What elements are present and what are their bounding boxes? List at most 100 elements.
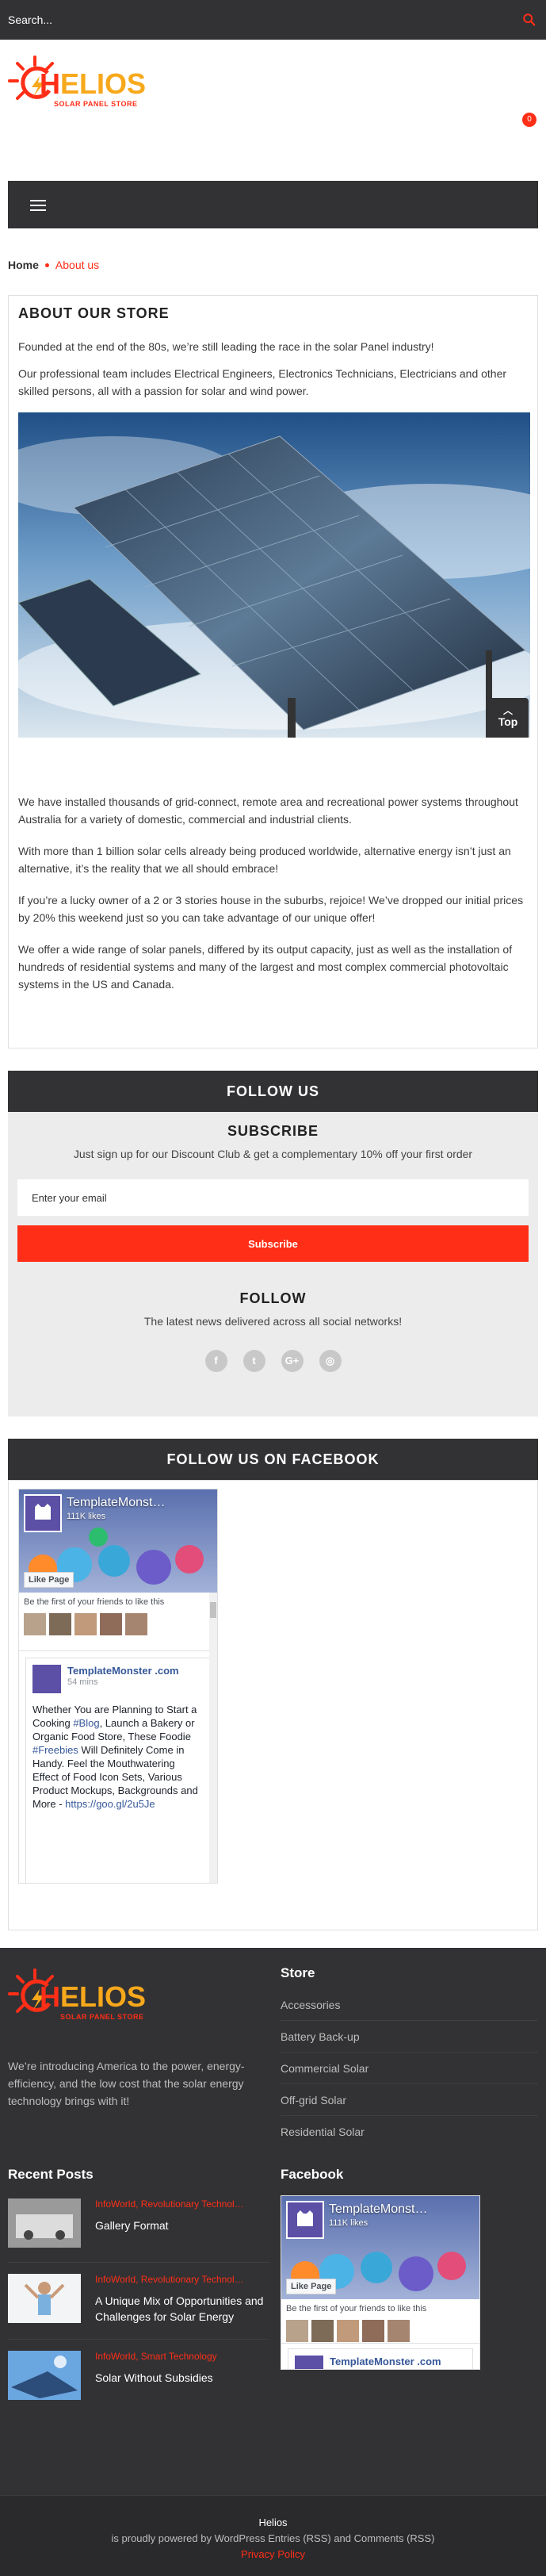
svg-text:ELIOS: ELIOS [60,1980,146,2013]
like-page-button[interactable]: Like Page [286,2279,337,2294]
post-link[interactable]: https://goo.gl/2u5Je [65,1798,155,1810]
google-plus-icon[interactable]: G+ [281,1350,304,1372]
facebook-icon[interactable]: f [204,1350,227,1372]
store-link-residential-solar[interactable]: Residential Solar [281,2116,538,2148]
copyright-bar: Helios is proudly powered by WordPress E… [0,2495,546,2576]
friends-text: Be the first of your friends to like thi… [286,2304,427,2313]
list-item[interactable]: InfoWorld, Revolutionary Technol… Galler… [8,2187,269,2263]
search-icon[interactable] [522,13,536,27]
hashtag-link[interactable]: #Blog [73,1717,99,1729]
follow-text: The latest news delivered across all soc… [143,1315,403,1328]
footer-store-menu: Store Accessories Battery Back-up Commer… [281,1965,538,2148]
subscribe-button[interactable]: Subscribe [17,1225,529,1262]
post-title[interactable]: A Unique Mix of Opportunities and Challe… [95,2293,269,2325]
hashtag-link[interactable]: #Freebies [32,1744,78,1756]
about-paragraph-1: Founded at the end of the 80s, we’re sti… [18,340,434,353]
search-input[interactable]: Search... [8,13,52,26]
page-title: ABOUT OUR STORE [18,305,170,321]
footer-logo[interactable]: H ELIOS SOLAR PANEL STORE [8,1967,174,2046]
avatar [337,2320,359,2342]
avatar [125,1613,147,1635]
post-author-avatar [32,1665,61,1693]
instagram-icon[interactable]: ◎ [319,1350,342,1372]
store-heading: Store [281,1965,315,1980]
facebook-friends: Be the first of your friends to like thi… [19,1593,217,1651]
post-category[interactable]: InfoWorld, Smart Technology [95,2351,269,2362]
facebook-scrollbar[interactable] [209,1593,217,1883]
recent-posts: Recent Posts InfoWorld, Revolutionary Te… [8,2167,269,2414]
facebook-cover: TemplateMonst… 111K likes Like Page [281,2196,479,2299]
privacy-policy-link[interactable]: Privacy Policy [0,2547,546,2563]
svg-text:SOLAR PANEL STORE: SOLAR PANEL STORE [60,2013,144,2021]
avatar [362,2320,384,2342]
social-links: f t G+ ◎ [17,1350,529,1372]
post-thumbnail [8,2274,81,2323]
store-link-off-grid-solar[interactable]: Off-grid Solar [281,2084,538,2116]
footer-description: We’re introducing America to the power, … [8,2060,245,2107]
post-title[interactable]: Gallery Format [95,2218,269,2233]
post-author[interactable]: TemplateMonster .com [67,1665,179,1677]
post-text: Whether You are Planning to Start a Cook… [32,1704,198,1810]
facebook-post-card: TemplateMonster .com 54 mins Whether You… [25,1658,211,1883]
post-category[interactable]: InfoWorld, Revolutionary Technol… [95,2198,269,2210]
facebook-widget-container: TemplateMonst… 111K likes Like Page Be t… [8,1480,538,1930]
site-name[interactable]: Helios [0,2515,546,2531]
avatar [286,2320,308,2342]
facebook-page-avatar [286,2201,324,2239]
cart-icon[interactable]: 0 [522,113,536,127]
powered-by-text: is proudly powered by WordPress Entries … [111,2532,435,2544]
subscribe-heading: SUBSCRIBE [227,1123,319,1139]
twitter-icon[interactable]: t [242,1350,265,1372]
facebook-page-name[interactable]: TemplateMonst… [67,1496,166,1510]
post-author-avatar [295,2356,323,2369]
list-item[interactable]: InfoWorld, Revolutionary Technol… A Uniq… [8,2263,269,2340]
recent-posts-heading: Recent Posts [8,2167,94,2182]
facebook-friends: Be the first of your friends to like thi… [281,2299,479,2344]
about-paragraph-2: Our professional team includes Electrica… [18,367,507,397]
friends-text: Be the first of your friends to like thi… [24,1597,165,1607]
facebook-page-name[interactable]: TemplateMonst… [329,2202,428,2217]
post-time: 54 mins [67,1677,98,1687]
friend-avatars [286,2320,475,2342]
main-navigation [8,181,538,228]
chevron-up-icon: ︿ [502,705,513,716]
list-item[interactable]: InfoWorld, Smart Technology Solar Withou… [8,2340,269,2414]
top-search-bar: Search... [0,0,546,40]
facebook-cover: TemplateMonst… 111K likes Like Page [19,1489,217,1593]
facebook-post-card: TemplateMonster .com [288,2348,473,2369]
avatar [74,1613,97,1635]
footer-facebook: Facebook TemplateMonst… 111K likes Like … [281,2167,480,2370]
site-header: H ELIOS SOLAR PANEL STORE 0 [0,40,546,143]
store-link-accessories[interactable]: Accessories [281,1989,538,2021]
avatar [49,1613,71,1635]
avatar [100,1613,122,1635]
facebook-likes: 111K likes [329,2218,368,2228]
facebook-post: TemplateMonster .com 54 mins Whether You… [19,1651,217,1883]
follow-us-box: SUBSCRIBE Just sign up for our Discount … [8,1112,538,1416]
cart-count: 0 [527,115,532,124]
store-link-battery-backup[interactable]: Battery Back-up [281,2021,538,2053]
like-page-button[interactable]: Like Page [24,1572,74,1588]
store-link-commercial-solar[interactable]: Commercial Solar [281,2053,538,2084]
svg-text:SOLAR PANEL STORE: SOLAR PANEL STORE [54,100,138,108]
friend-avatars [24,1613,212,1635]
footer-facebook-plugin[interactable]: TemplateMonst… 111K likes Like Page Be t… [281,2195,480,2370]
post-title[interactable]: Solar Without Subsidies [95,2370,269,2386]
about-paragraph-4: With more than 1 billion solar cells alr… [18,845,511,875]
menu-icon[interactable] [30,200,46,211]
post-category[interactable]: InfoWorld, Revolutionary Technol… [95,2274,269,2285]
avatar [24,1613,46,1635]
about-paragraph-3: We have installed thousands of grid-conn… [18,795,518,826]
site-footer: H ELIOS SOLAR PANEL STORE We’re introduc… [0,1948,546,2495]
post-author[interactable]: TemplateMonster .com [330,2356,441,2369]
back-to-top-button[interactable]: ︿ Top [487,698,529,738]
facebook-post: TemplateMonster .com [281,2344,479,2369]
breadcrumb-home[interactable]: Home [8,259,39,271]
email-field[interactable] [17,1179,529,1216]
solar-panels-image: ︿ Top [18,412,530,738]
facebook-page-plugin[interactable]: TemplateMonst… 111K likes Like Page Be t… [18,1489,218,1884]
svg-text:ELIOS: ELIOS [60,67,146,100]
helios-logo[interactable]: H ELIOS SOLAR PANEL STORE [8,54,166,133]
avatar [388,2320,410,2342]
svg-text:H: H [40,67,60,100]
